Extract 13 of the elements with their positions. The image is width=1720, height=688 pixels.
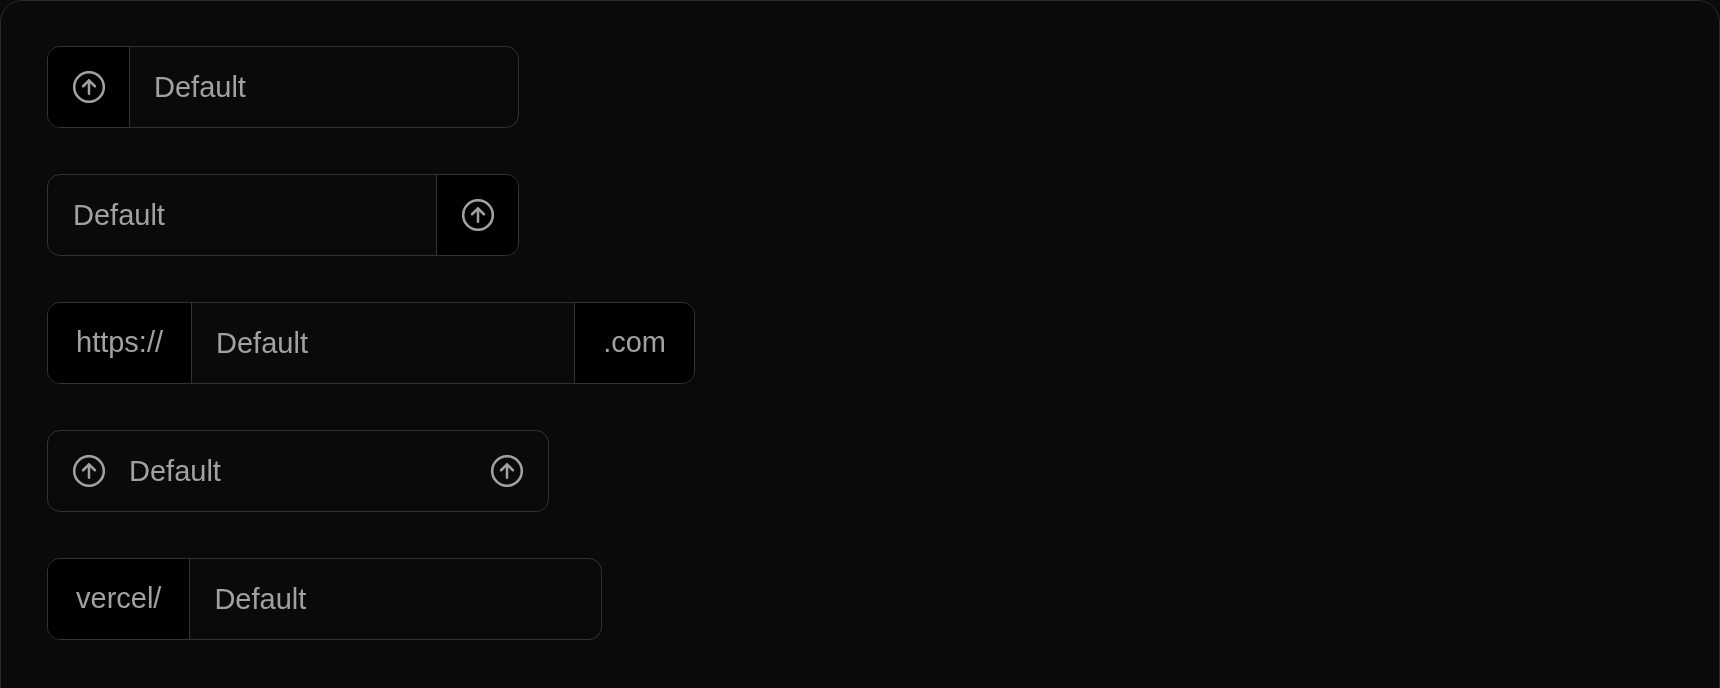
input-field[interactable]: Default (105, 431, 491, 511)
input-group[interactable]: Default (47, 430, 549, 512)
input-group[interactable]: vercel/ Default (47, 558, 602, 640)
input-group[interactable]: https:// Default .com (47, 302, 695, 384)
input-field[interactable]: Default (192, 303, 575, 383)
addon-label: vercel/ (48, 559, 191, 639)
input-group[interactable]: Default (47, 46, 519, 128)
addon-label: https:// (48, 303, 193, 383)
input-group[interactable]: Default (47, 174, 519, 256)
input-field[interactable]: Default (130, 47, 518, 127)
input-field[interactable]: Default (190, 559, 601, 639)
addon-label: .com (574, 303, 694, 383)
input-field[interactable]: Default (48, 175, 436, 255)
